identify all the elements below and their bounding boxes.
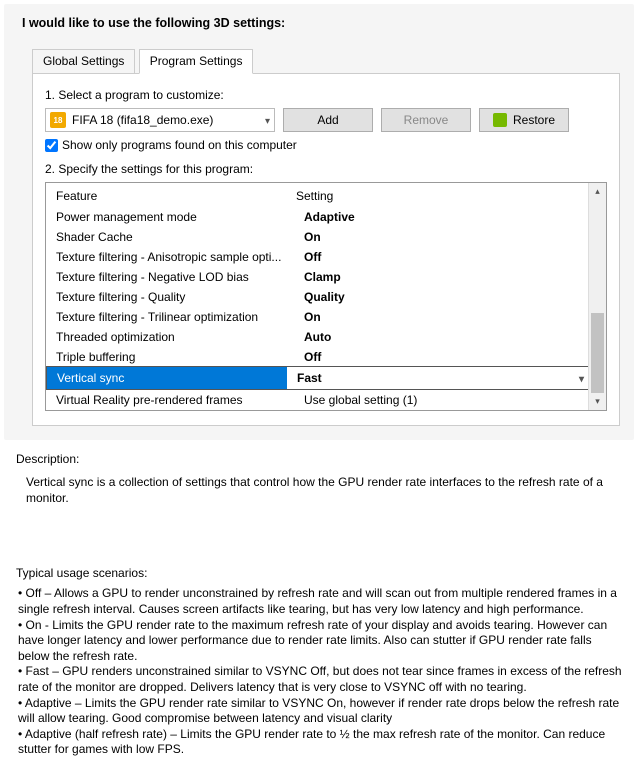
show-only-label[interactable]: Show only programs found on this compute… [62,138,297,152]
header-setting: Setting [296,189,579,203]
program-icon: 18 [50,112,66,128]
chevron-down-icon [265,113,270,127]
table-row[interactable]: Texture filtering - Anisotropic sample o… [46,247,589,267]
setting-cell: On [304,310,579,324]
table-row[interactable]: Virtual Reality pre-rendered frames Use … [46,390,589,410]
step2-label: 2. Specify the settings for this program… [45,162,607,176]
program-name: FIFA 18 (fifa18_demo.exe) [72,113,213,127]
chevron-down-icon [579,371,584,385]
table-row[interactable]: Texture filtering - Negative LOD biasCla… [46,267,589,287]
setting-cell: Off [304,250,579,264]
header-feature: Feature [56,189,296,203]
description-title: Description: [16,452,622,466]
feature-cell: Threaded optimization [56,330,304,344]
feature-cell: Shader Cache [56,230,304,244]
nvidia-icon [493,113,507,127]
tab-strip: Global Settings Program Settings 1. Sele… [32,48,634,426]
scroll-thumb[interactable] [591,313,604,393]
scroll-up-button[interactable]: ▴ [589,183,606,200]
feature-cell: Power management mode [56,210,304,224]
feature-cell: Texture filtering - Trilinear optimizati… [56,310,304,324]
add-button[interactable]: Add [283,108,373,132]
description-section: Description: Vertical sync is a collecti… [16,452,622,506]
table-row[interactable]: Shader CacheOn [46,227,589,247]
scenario-item: • Adaptive (half refresh rate) – Limits … [18,727,622,758]
table-header: Feature Setting [46,183,589,207]
program-dropdown[interactable]: 18 FIFA 18 (fifa18_demo.exe) [45,108,275,132]
chevron-up-icon: ▴ [595,186,600,197]
scroll-down-button[interactable]: ▾ [589,393,606,410]
table-row[interactable]: Triple bufferingOff [46,347,589,367]
setting-cell: Off [304,350,579,364]
scenario-item: • On - Limits the GPU render rate to the… [18,618,622,665]
table-row[interactable]: Power management modeAdaptive [46,207,589,227]
tab-global-settings[interactable]: Global Settings [32,49,135,73]
table-row[interactable]: Threaded optimizationAuto [46,327,589,347]
settings-panel: I would like to use the following 3D set… [4,4,634,440]
setting-cell: Use global setting (1) [304,393,579,407]
table-row[interactable]: Texture filtering - QualityQuality [46,287,589,307]
tab-program-settings[interactable]: Program Settings [139,49,254,74]
settings-table: Feature Setting Power management modeAda… [45,182,607,411]
show-only-checkbox[interactable] [45,139,58,152]
setting-cell: Adaptive [304,210,579,224]
scenario-item: • Off – Allows a GPU to render unconstra… [18,586,622,617]
restore-label: Restore [513,113,555,127]
feature-cell: Triple buffering [56,350,304,364]
chevron-down-icon: ▾ [595,396,600,407]
setting-cell: Auto [304,330,579,344]
selected-setting-row[interactable]: Vertical sync Fast [46,366,589,390]
scenarios-title: Typical usage scenarios: [16,566,638,580]
setting-cell: Clamp [304,270,579,284]
scenarios-list: • Off – Allows a GPU to render unconstra… [18,586,622,758]
feature-cell: Texture filtering - Negative LOD bias [56,270,304,284]
feature-cell: Virtual Reality pre-rendered frames [56,393,304,407]
remove-button: Remove [381,108,471,132]
panel-heading: I would like to use the following 3D set… [22,16,634,30]
feature-cell: Texture filtering - Anisotropic sample o… [56,250,304,264]
selected-value: Fast [297,371,322,385]
scenario-item: • Adaptive – Limits the GPU render rate … [18,696,622,727]
table-row[interactable]: Texture filtering - Trilinear optimizati… [46,307,589,327]
selected-feature: Vertical sync [47,367,287,389]
setting-cell: On [304,230,579,244]
restore-button[interactable]: Restore [479,108,569,132]
step1-label: 1. Select a program to customize: [45,88,607,102]
description-body: Vertical sync is a collection of setting… [26,474,622,506]
tab-content-program: 1. Select a program to customize: 18 FIF… [32,73,620,426]
feature-cell: Texture filtering - Quality [56,290,304,304]
setting-value-dropdown[interactable]: Fast [287,371,588,385]
scrollbar[interactable]: ▴ ▾ [588,183,606,410]
setting-cell: Quality [304,290,579,304]
scenario-item: • Fast – GPU renders unconstrained simil… [18,664,622,695]
